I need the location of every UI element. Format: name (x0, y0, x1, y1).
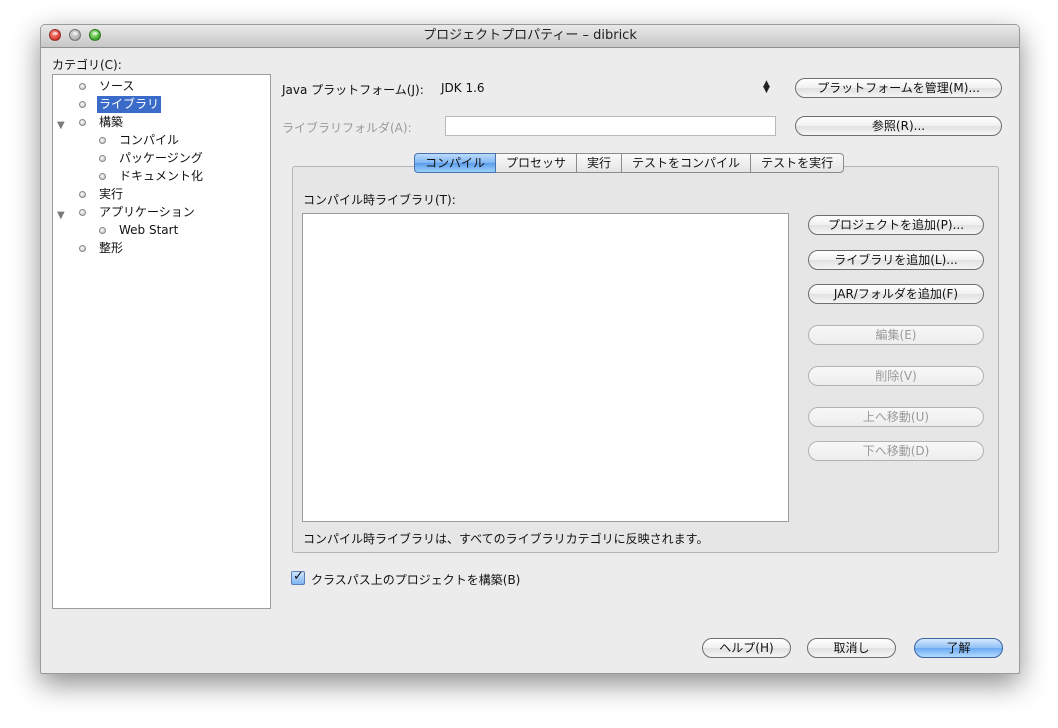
compile-libraries-label: コンパイル時ライブラリ(T): (303, 193, 456, 207)
library-folder-label: ライブラリフォルダ(A): (282, 121, 412, 135)
build-projects-label[interactable]: クラスパス上のプロジェクトを構築(B) (311, 571, 520, 588)
category-item-label: 実行 (99, 187, 124, 201)
tab-run[interactable]: 実行 (577, 153, 623, 173)
edit-button[interactable]: 編集(E) (808, 325, 984, 345)
category-item-label: 整形 (99, 241, 124, 255)
move-up-button[interactable]: 上へ移動(U) (808, 407, 984, 427)
tree-node-icon (79, 119, 86, 126)
build-projects-checkbox[interactable] (291, 569, 305, 585)
tree-node-icon (79, 83, 86, 90)
combo-updown-icon[interactable]: ▲ ▼ (763, 80, 770, 95)
category-tree[interactable]: ソースライブラリ ▼ 構築コンパイルパッケージング ドキュメント化実行 ▼ アプリケーショ… (52, 74, 271, 609)
add-jar-folder-button[interactable]: JAR/フォルダを追加(F) (808, 284, 984, 304)
tree-node-icon (99, 227, 106, 234)
library-tabs: コンパイル プロセッサ 実行 テストをコンパイル テストを実行 (414, 153, 845, 175)
category-item-label: パッケージング (119, 151, 203, 165)
tree-node-icon (99, 173, 106, 180)
category-item-label: コンパイル (119, 133, 180, 147)
category-item-label: アプリケーション (99, 205, 195, 219)
window-title: プロジェクトプロパティー – dibrick (423, 28, 637, 43)
tab-compile[interactable]: コンパイル (414, 153, 497, 173)
tree-node-icon (79, 191, 86, 198)
library-folder-field[interactable] (445, 116, 776, 136)
tree-node-icon (79, 209, 86, 216)
help-button[interactable]: ヘルプ(H) (702, 638, 791, 658)
move-down-button[interactable]: 下へ移動(D) (808, 441, 984, 461)
java-platform-label: Java プラットフォーム(J): (282, 83, 424, 97)
disclosure-triangle-icon[interactable]: ▼ (57, 117, 65, 134)
tree-node-icon (99, 155, 106, 162)
category-item-label: ライブラリ (97, 96, 162, 113)
remove-button[interactable]: 削除(V) (808, 366, 984, 386)
tree-node-icon (99, 137, 106, 144)
tab-run-tests[interactable]: テストを実行 (751, 153, 845, 173)
cancel-button[interactable]: 取消し (807, 638, 896, 658)
tree-node-icon (79, 245, 86, 252)
java-platform-combo[interactable]: JDK 1.6 (441, 81, 485, 95)
categories-label: カテゴリ(C): (52, 58, 122, 72)
title-bar[interactable]: プロジェクトプロパティー – dibrick (41, 25, 1019, 48)
category-item-label: ドキュメント化 (119, 169, 204, 183)
category-item-label: ソース (99, 79, 135, 93)
disclosure-triangle-icon[interactable]: ▼ (57, 207, 65, 224)
compile-libraries-note: コンパイル時ライブラリは、すべてのライブラリカテゴリに反映されます。 (303, 532, 709, 546)
add-project-button[interactable]: プロジェクトを追加(P)... (808, 215, 984, 235)
tab-processor[interactable]: プロセッサ (496, 153, 578, 173)
tree-node-icon (79, 101, 86, 108)
compile-libraries-list[interactable] (302, 213, 789, 522)
category-item-label: 構築 (99, 115, 124, 129)
category-item-label: Web Start (119, 223, 179, 237)
tab-compile-tests[interactable]: テストをコンパイル (622, 153, 752, 173)
browse-button[interactable]: 参照(R)... (795, 116, 1002, 136)
manage-platforms-button[interactable]: プラットフォームを管理(M)... (795, 78, 1002, 98)
add-library-button[interactable]: ライブラリを追加(L)... (808, 250, 984, 270)
ok-button[interactable]: 了解 (914, 638, 1003, 658)
project-properties-window: プロジェクトプロパティー – dibrick カテゴリ(C): ソースライブラリ… (40, 24, 1020, 674)
